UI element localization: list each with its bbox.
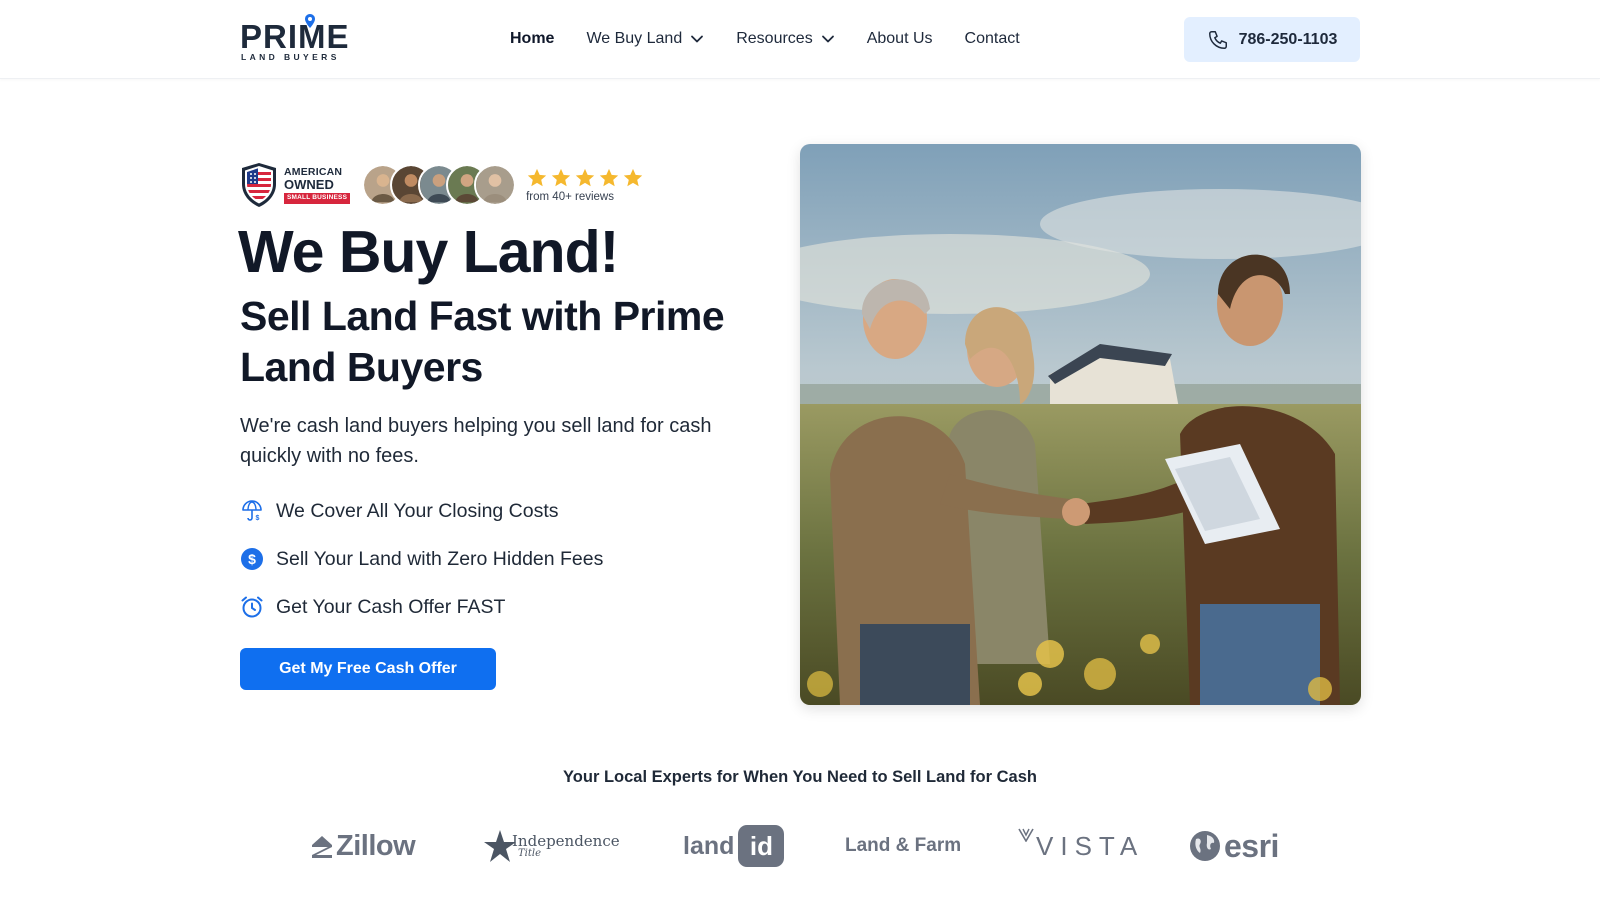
nav-item-label: About Us [866,30,933,47]
feature-text: Get Your Cash Offer FAST [276,595,506,618]
esri-wordmark: esri [1224,827,1279,864]
globe-icon [1190,831,1220,861]
independence-title-logo: Independence Title [482,824,620,868]
land-and-farm-logo: Land & Farm [845,824,961,868]
vista-v-icon [1018,828,1034,842]
vista-wordmark: VISTA [1036,830,1145,861]
hero-description: We're cash land buyers helping you sell … [240,415,712,467]
independence-title-text: Independence [512,831,620,850]
rating: from 40+ reviews [526,167,646,203]
nav-item-label: Home [510,30,555,47]
badge-line-1: AMERICAN [284,165,343,178]
umbrella-dollar-icon: $ [242,500,262,522]
nav-item-label: Contact [964,30,1020,47]
zillow-house-icon [312,836,332,858]
dollar-circle-icon: $ [241,548,263,570]
list-item: Get Your Cash Offer FAST [240,592,603,622]
get-cash-offer-button[interactable]: Get My Free Cash Offer [240,648,496,690]
badge-line-2: OWNED [284,177,334,192]
reviewer-avatars [362,164,517,206]
logo-tagline: LAND BUYERS [241,52,340,62]
alarm-clock-icon [241,596,263,618]
hero-title: We Buy Land! [238,219,619,285]
independence-wordmark: Independence Title [512,831,620,859]
phone-icon [1208,30,1227,49]
feature-text: We Cover All Your Closing Costs [276,499,559,522]
american-flag-shield-icon [242,163,276,207]
land-id-wordmark: land [683,831,735,860]
list-item: $ We Cover All Your Closing Costs [240,496,603,526]
nav-item-home[interactable]: Home [510,30,554,48]
svg-text:$: $ [256,515,260,522]
badge-line-3: SMALL BUSINESS [284,193,351,204]
vista-logo: VISTA [1018,824,1144,868]
star-icon [623,168,643,187]
nav-item-contact[interactable]: Contact [965,30,1020,48]
nav-item-about-us[interactable]: About Us [867,30,933,48]
hero-image [800,144,1361,705]
feature-list: $ We Cover All Your Closing Costs $ Sell… [240,496,603,640]
nav-item-resources[interactable]: Resources [736,30,834,48]
logo[interactable]: PRIME LAND BUYERS [240,14,349,64]
land-id-box: id [738,825,785,867]
nav-item-label: Resources [736,30,813,47]
esri-logo: esri [1188,824,1279,868]
zillow-logo: Zillow [310,824,416,868]
nav-item-we-buy-land[interactable]: We Buy Land [586,30,704,48]
american-owned-badge: AMERICAN OWNED SMALL BUSINESS [284,165,351,204]
nav-item-label: We Buy Land [586,30,683,47]
phone-number: 786-250-1103 [1238,30,1338,48]
star-icon [527,168,547,187]
independence-script-text: Title [518,847,542,859]
star-icon [575,168,595,187]
main-nav: Home We Buy Land Resources About Us Cont… [510,27,1052,51]
chevron-down-icon [821,35,834,43]
feature-text: Sell Your Land with Zero Hidden Fees [276,547,604,570]
partners-title: Your Local Experts for When You Need to … [563,768,1037,786]
phone-button[interactable]: 786-250-1103 [1184,17,1360,62]
site-header: PRIME LAND BUYERS Home We Buy Land Resou… [0,0,1600,79]
zillow-wordmark: Zillow [336,829,416,862]
star-icon [551,168,571,187]
svg-text:$: $ [248,551,256,567]
land-and-farm-wordmark: Land & Farm [845,835,962,856]
avatar [474,164,517,206]
list-item: $ Sell Your Land with Zero Hidden Fees [240,544,603,574]
land-id-logo: land id [683,824,785,868]
star-icon [599,168,619,187]
reviews-count: from 40+ reviews [526,191,614,203]
handshake-photo [800,144,1361,705]
logo-wordmark: PRIME [240,18,350,55]
hero-subtitle: Sell Land Fast with Prime Land Buyers [240,293,725,390]
trust-badges: AMERICAN OWNED SMALL BUSINESS from 40+ r… [240,162,646,208]
chevron-down-icon [691,35,704,43]
star-rating [526,167,646,189]
